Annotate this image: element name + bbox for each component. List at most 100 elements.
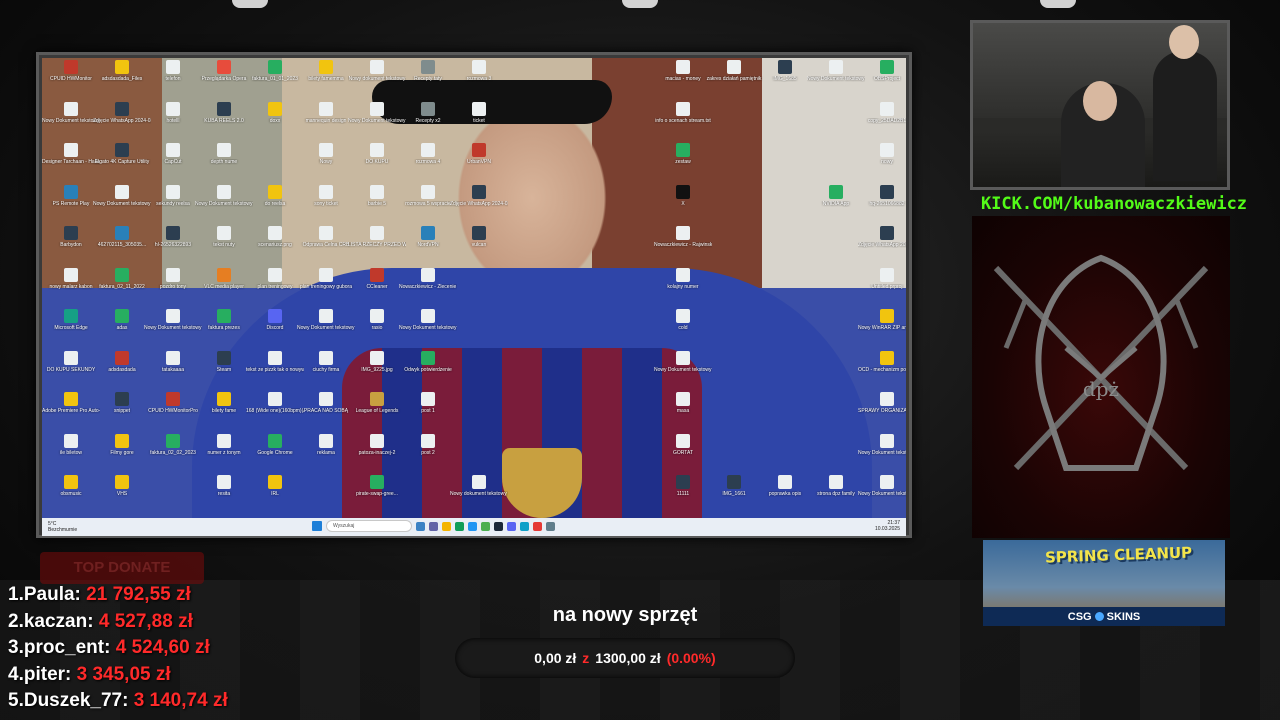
desktop-icon[interactable]: depth nume [195,143,253,165]
desktop-icon[interactable]: obsmusic [42,475,100,497]
desktop-icon[interactable]: nowy [858,143,906,165]
desktop-icon[interactable]: IMG_9225.jpg [348,350,406,373]
desktop-icon[interactable]: Nowy Dokument tekstowy (6) [297,309,355,331]
desktop-icon[interactable]: Nowy Dokument tekstowy (14) [399,309,457,331]
desktop-icon[interactable]: faktura_02_11_2022 [93,267,151,290]
desktop-icon[interactable]: rozmowa 3 [450,60,508,82]
desktop-icon[interactable]: macias - money [654,60,712,82]
desktop-icon[interactable]: adsdasdada [93,350,151,373]
desktop-icon[interactable]: hq-2651066882 [858,184,906,207]
desktop-icon[interactable]: rasio [348,309,406,331]
desktop-icon[interactable]: pirate-swap-gree... [348,475,406,497]
desktop-icon[interactable]: Google Chrome [246,433,304,456]
desktop-icon[interactable]: 11111 [654,475,712,497]
desktop-icon[interactable]: DO KUPU SEKUNDY [42,350,100,373]
desktop-icon[interactable]: faktura_01_01_2023 [246,60,304,82]
desktop-icon[interactable]: 168 (Wide one)(160bpm)(A.b... [246,392,304,414]
desktop-icon[interactable]: X [654,184,712,207]
desktop-icon[interactable]: Nowy WinRAR ZIP archive [858,309,906,331]
desktop-icon[interactable]: faktura prezes [195,309,253,331]
desktop-icon[interactable]: Discord [246,309,304,331]
desktop-icon[interactable]: hl-26526322893 [144,226,202,248]
desktop-icon[interactable]: tekst ze pizzk tak o nowyw [246,350,304,373]
desktop-icon[interactable]: Nowy [297,143,355,165]
desktop-icon[interactable]: rozmowa 4 [399,143,457,165]
desktop-icon[interactable]: ile biletow [42,433,100,456]
desktop-icon[interactable]: Recepty x2 [399,101,457,124]
desktop-icon[interactable]: bilety famemma [297,60,355,82]
desktop-icon[interactable]: pozdro tony [144,267,202,290]
desktop-icon[interactable]: adsdasdada_Files [93,60,151,82]
desktop-icon[interactable]: Przeglądarka Opera [195,60,253,82]
desktop-icon[interactable]: ciuchy firma [297,350,355,373]
taskbar-app-icon[interactable] [481,521,490,531]
sponsor-banner[interactable]: SPRING CLEANUP CSG SKINS [983,540,1225,626]
taskbar-app-icon[interactable] [455,521,464,531]
desktop-icon[interactable]: tekst nuty [195,226,253,248]
desktop-icon[interactable]: OCD - mechanizm podrzymujący [858,350,906,373]
desktop-icon[interactable]: sekundy reelsa [144,184,202,207]
desktop-icon[interactable]: 462702115_305035... [93,226,151,248]
desktop-icon[interactable]: Nowy Dokument tekstowy (3) [858,433,906,456]
desktop-icon[interactable]: ticket [450,101,508,124]
desktop-icon[interactable]: PS Remote Play [42,184,100,207]
desktop-icon[interactable]: UrbanVPN [450,143,508,165]
desktop-icon[interactable]: Elgato 4K Capture Utility [93,143,151,165]
desktop-icon[interactable]: Nowy Dokument tekstowy (5) [93,184,151,207]
desktop-icon[interactable]: resita [195,475,253,497]
desktop-icon[interactable]: plan treningowy gubora [297,267,355,290]
desktop-icon[interactable]: Odwyk potwierdzenie [399,350,457,373]
desktop-icon[interactable]: Microsoft Edge [42,309,100,331]
desktop-icon[interactable]: Designer Tarchaan - Hallaan [42,143,100,165]
desktop-icon[interactable]: cold [654,309,712,331]
desktop-icon[interactable]: Untitled.prproj [858,267,906,290]
desktop-icon[interactable]: zakres działań pamiętnik [705,60,763,82]
desktop-icon[interactable]: snippet [93,392,151,414]
desktop-icon[interactable]: Nowy Dokument tekstowy (3) [195,184,253,207]
desktop-icon[interactable]: NordVPN [399,226,457,248]
taskbar-app-icon[interactable] [546,521,555,531]
taskbar-search[interactable]: Wyszukaj [326,520,412,532]
desktop-icon[interactable]: vulcan [450,226,508,248]
desktop-icon[interactable]: tatakaaaa [144,350,202,373]
desktop-icon[interactable]: zestaw [654,143,712,165]
desktop-icon[interactable]: sony ticket [297,184,355,207]
desktop-icon[interactable]: hotelll [144,101,202,124]
desktop-icon[interactable]: Steam [195,350,253,373]
desktop-icon[interactable]: NVIDIA App [807,184,865,207]
taskbar-app-icon[interactable] [429,521,438,531]
desktop-icon[interactable]: Filmy gore [93,433,151,456]
desktop-icon[interactable]: scenariusz.png [246,226,304,248]
weather-widget[interactable]: 5°C Bezchmurnie [48,521,128,533]
desktop-icon[interactable]: reklama [297,433,355,456]
desktop-icon[interactable]: Nowaczkiewicz - Rajwinski MSC [654,226,712,248]
desktop-icon[interactable]: Zdjęcie WhatsApp 2024-11-04 o 14... [858,226,906,248]
desktop-icon[interactable]: DO KUPU [348,143,406,165]
start-button[interactable] [312,521,322,531]
desktop-icon[interactable]: plan treningowy [246,267,304,290]
desktop-icon[interactable]: LISTA RZECZY PRZED WYJAZDEM [348,226,406,248]
desktop-icon[interactable]: Nowy Dokument tekstowy (9) [858,475,906,497]
desktop-icon[interactable]: PRACA NAD SOBĄ [297,392,355,414]
desktop-icon[interactable]: strona dpz family [807,475,865,497]
desktop-icon[interactable]: masa [654,392,712,414]
desktop-icon[interactable]: Zdjęcie WhatsApp 2024-03-18 o 11... [450,184,508,207]
taskbar-app-icon[interactable] [442,521,451,531]
desktop-icon[interactable]: kolajny numer [654,267,712,290]
taskbar-app-icon[interactable] [533,521,542,531]
desktop-icon[interactable]: Barbydon [42,226,100,248]
desktop-icon[interactable]: IMG_1685 [756,60,814,82]
desktop-icon[interactable]: Nowy Dokument tekstowy (2) [42,101,100,124]
desktop-icon[interactable]: CPUID HWMonitor [42,60,100,82]
taskbar-app-icon[interactable] [416,521,425,531]
desktop-icon[interactable]: KUBA REELS 2.0 [195,101,253,124]
desktop-icon[interactable]: faktura_02_02_2023 [144,433,202,456]
desktop-icon[interactable]: nowy malarz kabon [42,267,100,290]
desktop-icon[interactable]: Nowaczkiewicz - Zlecenie Bankowe... [399,267,457,290]
desktop-icon[interactable]: VHS [93,475,151,497]
desktop-icon[interactable]: barbie 5 [348,184,406,207]
desktop-icon[interactable]: Nowy Dokument tekstowy (8) [654,350,712,373]
taskbar-app-icon[interactable] [468,521,477,531]
desktop-icon[interactable]: post 1 [399,392,457,414]
desktop-icon[interactable]: Nowy Dokument tekstowy (23) [348,101,406,124]
